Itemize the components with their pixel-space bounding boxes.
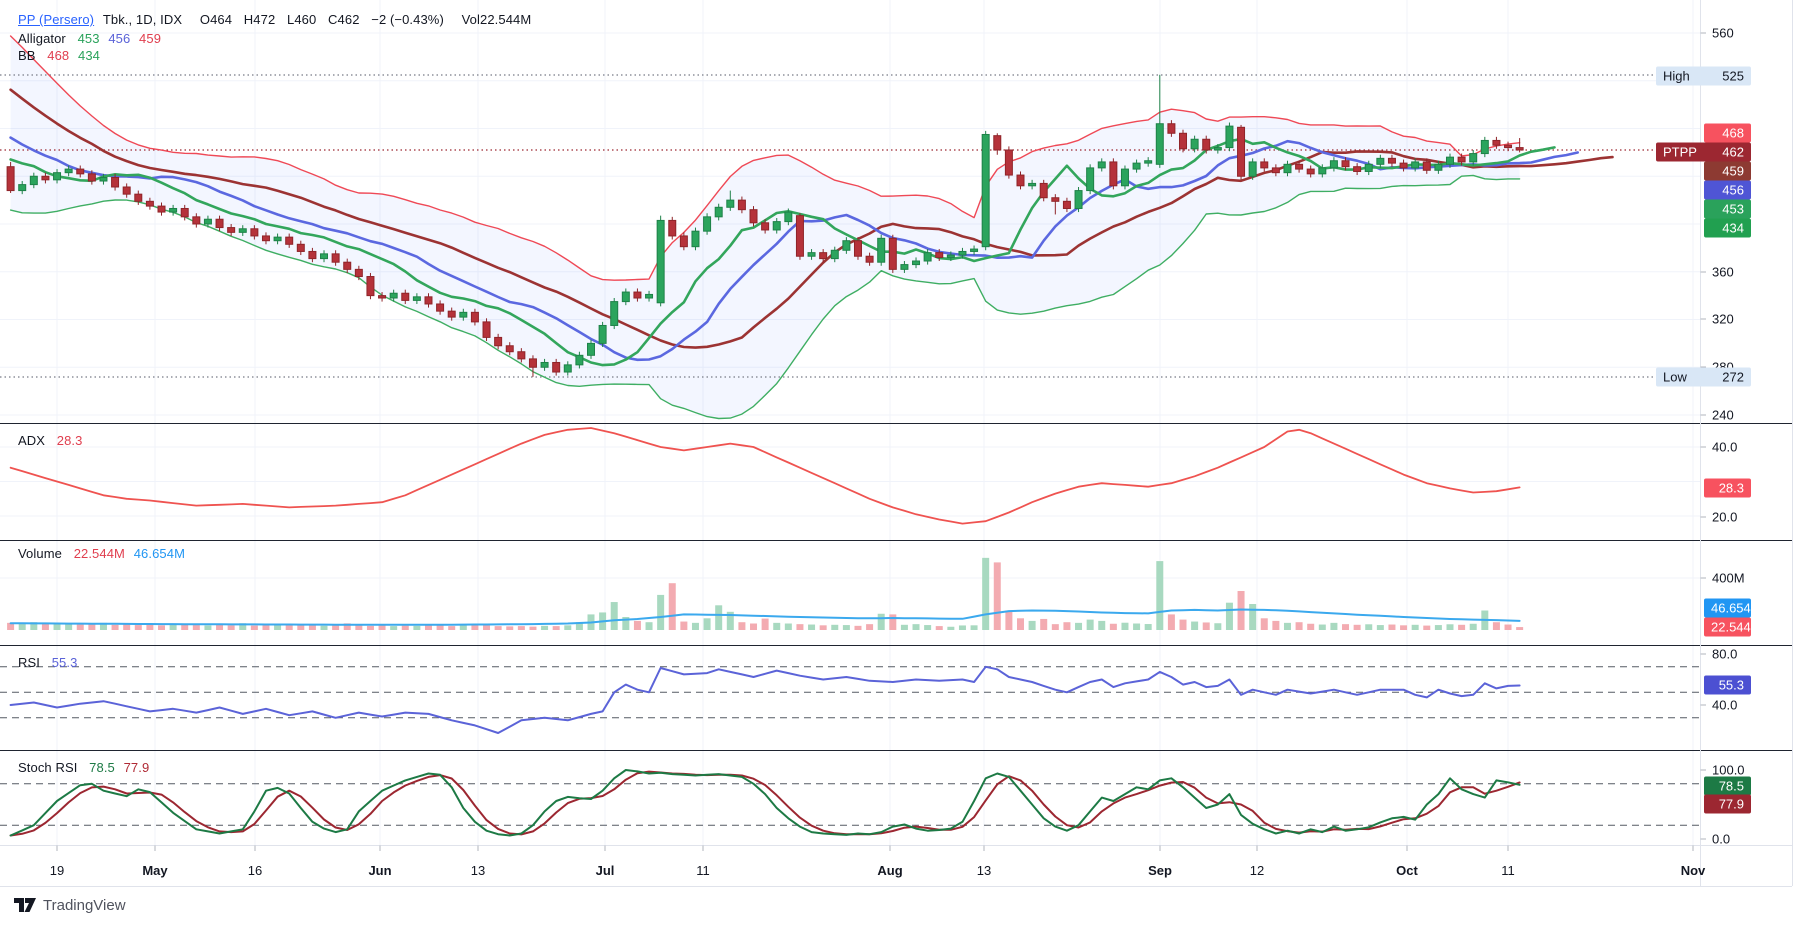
- stoch-k-value: 78.5: [89, 760, 115, 775]
- volume-pane: [7, 557, 1524, 630]
- scale-tick-320: 320: [1712, 311, 1734, 327]
- bb-legend[interactable]: BB 468 434: [18, 48, 100, 63]
- alligator-teeth-value: 456: [108, 31, 131, 46]
- ohlc-low: L460: [287, 12, 317, 27]
- symbol-suffix: Tbk., 1D, IDX: [102, 12, 183, 27]
- ohlc-high: H472: [243, 12, 276, 27]
- rsi-label: RSI: [18, 655, 40, 670]
- volume-label: Volume: [18, 546, 62, 561]
- rsi-value: 55.3: [51, 655, 78, 670]
- tradingview-logo-icon: [14, 898, 36, 912]
- bb-lower-value: 434: [77, 48, 100, 63]
- alligator-label: Alligator: [18, 31, 66, 46]
- adx-legend[interactable]: ADX 28.3: [18, 433, 82, 448]
- time-axis-label-may: May: [142, 863, 168, 878]
- bb-upper-badge: 468: [1704, 123, 1751, 143]
- adx-value: 28.3: [56, 433, 83, 448]
- scale-tick-100.0: 100.0: [1712, 762, 1745, 778]
- tradingview-brand-text: TradingView: [43, 897, 126, 914]
- time-axis-label-19: 19: [49, 863, 65, 878]
- adx-pane: [9, 427, 1521, 525]
- time-axis-label-nov: Nov: [1680, 863, 1706, 878]
- low-badge: Low 272: [1656, 367, 1751, 387]
- time-axis-label-11: 11: [696, 863, 710, 878]
- pane-separators: [0, 0, 1793, 887]
- time-axis-label-13: 13: [470, 863, 486, 878]
- time-axis-label-jul: Jul: [595, 863, 615, 878]
- ohlc-open: O464: [199, 12, 233, 27]
- time-axis-label-12: 12: [1249, 863, 1265, 878]
- time-axis-label-16: 16: [247, 863, 263, 878]
- teeth-badge: 456: [1704, 180, 1751, 200]
- bb-lower-badge: 434: [1704, 218, 1751, 238]
- stoch-d-badge: 77.9: [1704, 794, 1751, 814]
- scale-tick-240: 240: [1712, 407, 1734, 423]
- stoch-k-badge: 78.5: [1704, 776, 1751, 796]
- alligator-lips-value: 453: [77, 31, 100, 46]
- tradingview-attribution[interactable]: TradingView: [14, 897, 126, 914]
- vol-badge: 22.544M: [1704, 617, 1762, 637]
- stoch-d-value: 77.9: [123, 760, 150, 775]
- time-axis-label-jun: Jun: [368, 863, 392, 878]
- last-price-badge: PTPP 462: [1656, 142, 1751, 162]
- time-axis-label-oct: Oct: [1396, 863, 1418, 878]
- stoch-label: Stoch RSI: [18, 760, 78, 775]
- symbol-link[interactable]: PP (Persero): [18, 12, 94, 27]
- adx-badge: 28.3: [1704, 478, 1751, 498]
- alligator-jaw-value: 459: [139, 31, 162, 46]
- vol-label: Vol: [461, 12, 480, 27]
- scale-tick-360: 360: [1712, 264, 1734, 280]
- volume-value: 22.544M: [73, 546, 125, 561]
- scale-tick-40.0: 40.0: [1712, 439, 1738, 455]
- jaw-badge: 459: [1704, 161, 1751, 181]
- scale-tick-80.0: 80.0: [1712, 646, 1738, 662]
- volume-ma-value: 46.654M: [133, 546, 185, 561]
- time-axis-label-aug: Aug: [877, 863, 903, 878]
- scale-tick-400M: 400M: [1712, 570, 1745, 586]
- rsi-badge: 55.3: [1704, 675, 1751, 695]
- rsi-legend[interactable]: RSI 55.3: [18, 655, 77, 670]
- bb-upper-value: 468: [47, 48, 70, 63]
- alligator-legend[interactable]: Alligator 453 456 459: [18, 31, 161, 46]
- chart-canvas[interactable]: [0, 0, 1803, 926]
- stoch-legend[interactable]: Stoch RSI 78.5 77.9: [18, 760, 149, 775]
- scale-tick-560: 560: [1712, 25, 1734, 41]
- scale-tick-0.0: 0.0: [1712, 831, 1731, 847]
- scale-tick-20.0: 20.0: [1712, 509, 1738, 525]
- volume-legend[interactable]: Volume 22.544M 46.654M: [18, 546, 185, 561]
- bb-label: BB: [18, 48, 36, 63]
- high-badge: High 525: [1656, 66, 1751, 86]
- vol-value: 22.544M: [480, 12, 532, 27]
- scale-tick-40.0: 40.0: [1712, 697, 1738, 713]
- time-axis-label-sep: Sep: [1148, 863, 1172, 878]
- time-axis-label-13: 13: [976, 863, 992, 878]
- lips-badge: 453: [1704, 199, 1751, 219]
- tradingview-chart-page: PP (Persero) Tbk., 1D, IDX O464 H472 L46…: [0, 0, 1803, 926]
- volma-badge: 46.654M: [1704, 598, 1762, 618]
- time-axis-label-11: 11: [1501, 863, 1515, 878]
- ohlc-change: −2 (−0.43%): [371, 12, 444, 27]
- symbol-legend: PP (Persero) Tbk., 1D, IDX O464 H472 L46…: [18, 12, 531, 27]
- adx-label: ADX: [18, 433, 46, 448]
- ohlc-close: C462: [328, 12, 360, 27]
